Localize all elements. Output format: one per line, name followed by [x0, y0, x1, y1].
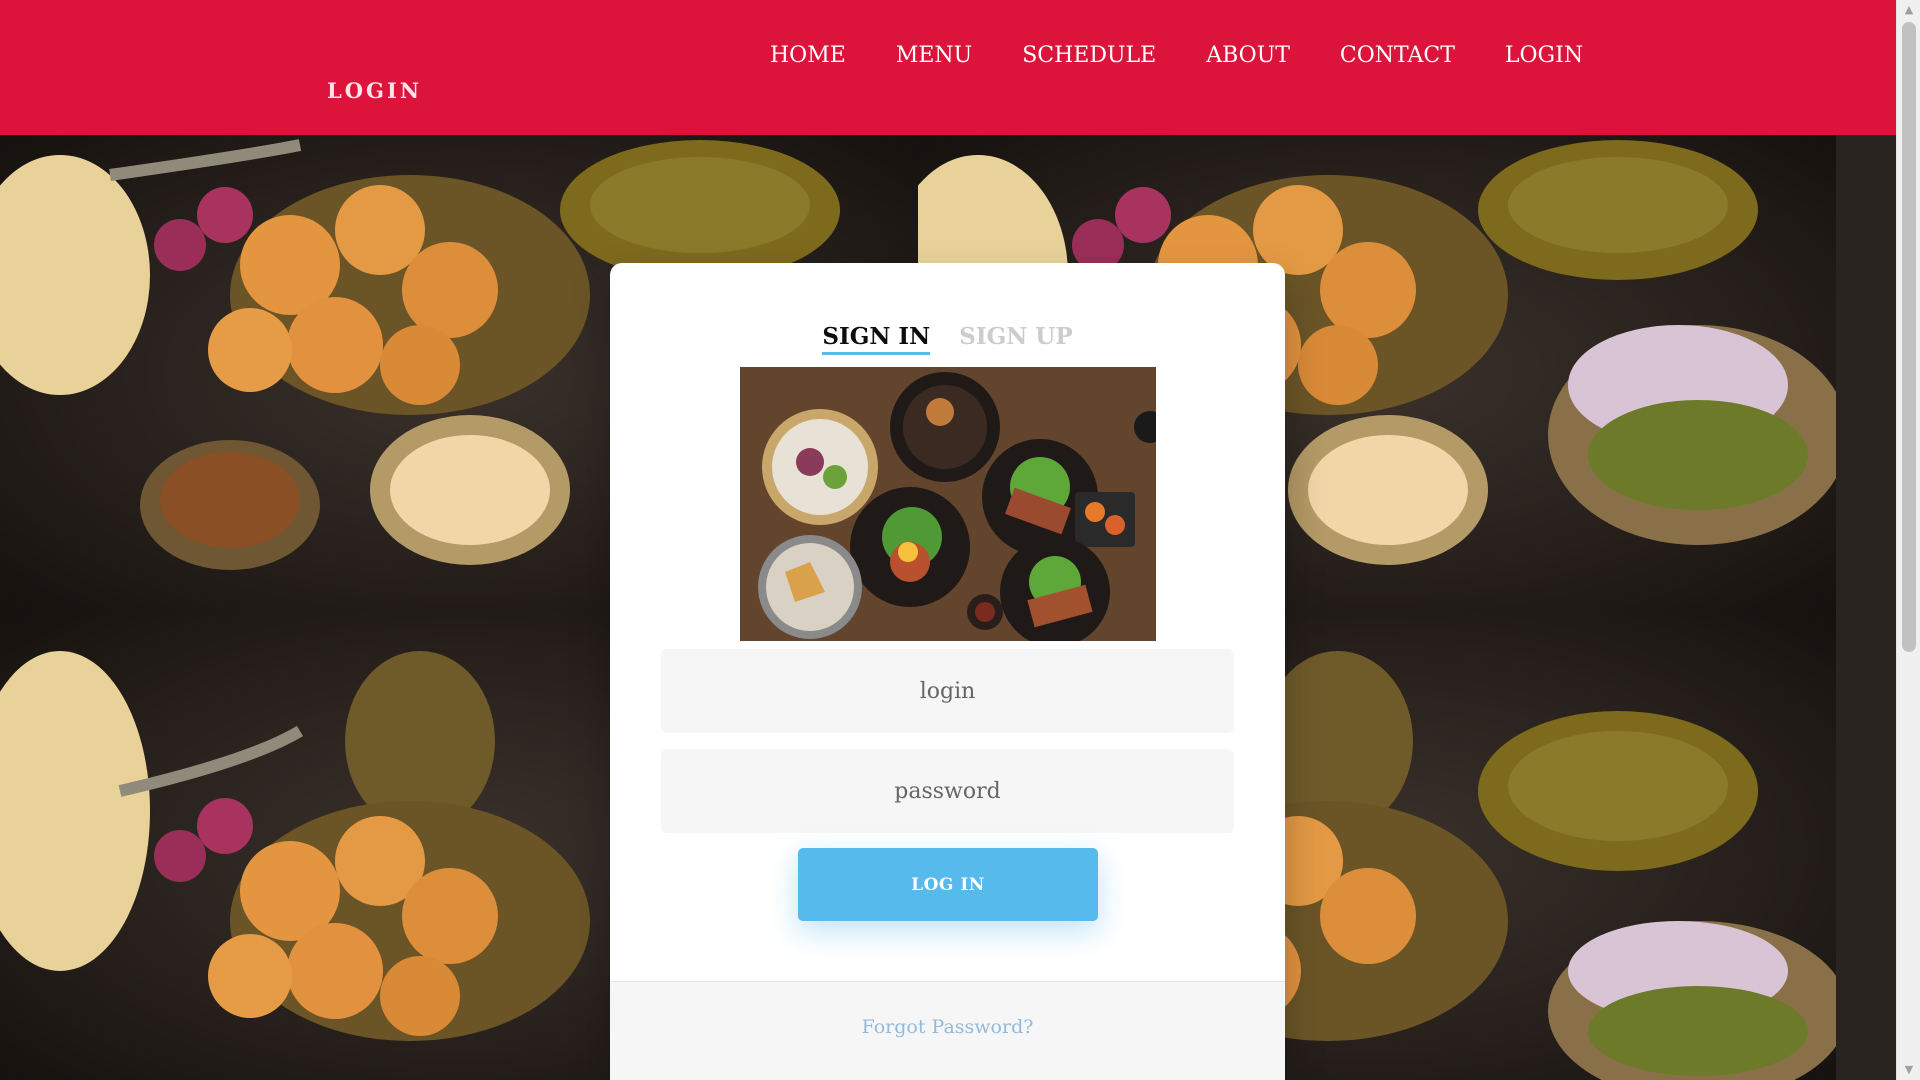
nav-contact-link[interactable]: CONTACT [1340, 43, 1455, 68]
nav-home-link[interactable]: HOME [770, 43, 846, 68]
login-input[interactable] [661, 649, 1234, 733]
tab-sign-up[interactable]: SIGN UP [959, 323, 1072, 352]
nav-login-link[interactable]: LOGIN [1505, 43, 1583, 68]
food-photo [740, 367, 1156, 641]
nav-menu-link[interactable]: MENU [896, 43, 972, 68]
brand-title: LOGIN [327, 78, 423, 103]
nav-schedule-link[interactable]: SCHEDULE [1022, 43, 1156, 68]
log-in-button[interactable]: LOG IN [798, 848, 1098, 921]
scroll-down-arrow-icon[interactable]: ▼ [1897, 1060, 1920, 1080]
page-scrollbar[interactable]: ▲ ▼ [1896, 0, 1920, 1080]
login-card: SIGN IN SIGN UP LOG IN Forgot Password? [610, 263, 1285, 1080]
password-input[interactable] [661, 749, 1234, 833]
main-nav: HOME MENU SCHEDULE ABOUT CONTACT LOGIN [770, 43, 1583, 68]
card-footer: Forgot Password? [610, 981, 1285, 1080]
scrollbar-thumb[interactable] [1902, 22, 1916, 652]
auth-tabs: SIGN IN SIGN UP [610, 323, 1285, 355]
scroll-up-arrow-icon[interactable]: ▲ [1897, 0, 1920, 20]
forgot-password-link[interactable]: Forgot Password? [610, 1016, 1285, 1038]
tab-sign-in[interactable]: SIGN IN [822, 323, 931, 355]
top-header: LOGIN HOME MENU SCHEDULE ABOUT CONTACT L… [0, 0, 1896, 135]
nav-about-link[interactable]: ABOUT [1206, 43, 1290, 68]
